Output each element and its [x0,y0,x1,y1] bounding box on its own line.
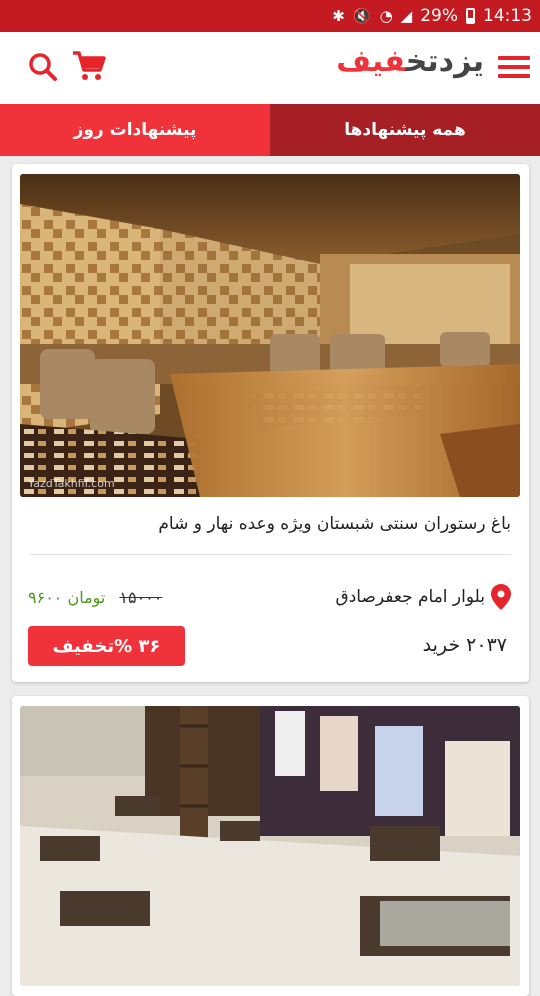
deal-image: YazdTakhfif.com [20,174,520,497]
tab-all-deals[interactable]: همه پیشنهادها [270,104,540,156]
app-logo: یزدتخفیف [336,44,485,79]
purchase-count: ۲۰۳۷ خرید [422,634,507,656]
divider [30,554,511,555]
tab-daily-deals[interactable]: پیشنهادات روز [0,104,270,156]
deal-image [20,706,520,986]
menu-icon[interactable] [498,54,530,80]
battery-percent: 29% [420,6,458,26]
deal-title[interactable]: باغ رستوران سنتی شبستان ویژه وعده نهار و… [158,514,511,534]
new-price: ۹۶۰۰ تومان [28,588,106,607]
tab-label: پیشنهادات روز [73,120,197,140]
deal-card[interactable]: YazdTakhfif.com باغ رستوران سنتی شبستان … [12,164,529,682]
deal-card[interactable] [12,696,529,996]
location-pin-icon [491,584,511,610]
clock: 14:13 [483,6,532,26]
tab-label: همه پیشنهادها [344,120,466,140]
old-price: ۱۵۰۰۰ [119,588,163,607]
app-bar: یزدتخفیف [0,32,540,104]
svg-text:YazdTakhfif.com: YazdTakhfif.com [27,477,115,490]
tab-bar: پیشنهادات روز همه پیشنهادها [0,104,540,156]
signal-icon: ◢ [400,6,413,25]
battery-icon [466,8,475,24]
deal-location: بلوار امام جعفرصادق [336,584,511,610]
discount-button[interactable]: ۳۶ %تخفیف [28,626,185,666]
location-text: بلوار امام جعفرصادق [335,587,485,607]
status-bar: ✱ 🔇 ◔ ◢ 29% 14:13 [0,0,540,32]
wifi-icon: ◔ [379,6,393,25]
search-icon[interactable] [28,52,58,82]
bluetooth-icon: ✱ [332,6,345,25]
price-row: ۹۶۰۰ تومان ۱۵۰۰۰ [28,588,162,607]
cart-icon[interactable] [72,50,106,82]
mute-icon: 🔇 [352,6,372,25]
